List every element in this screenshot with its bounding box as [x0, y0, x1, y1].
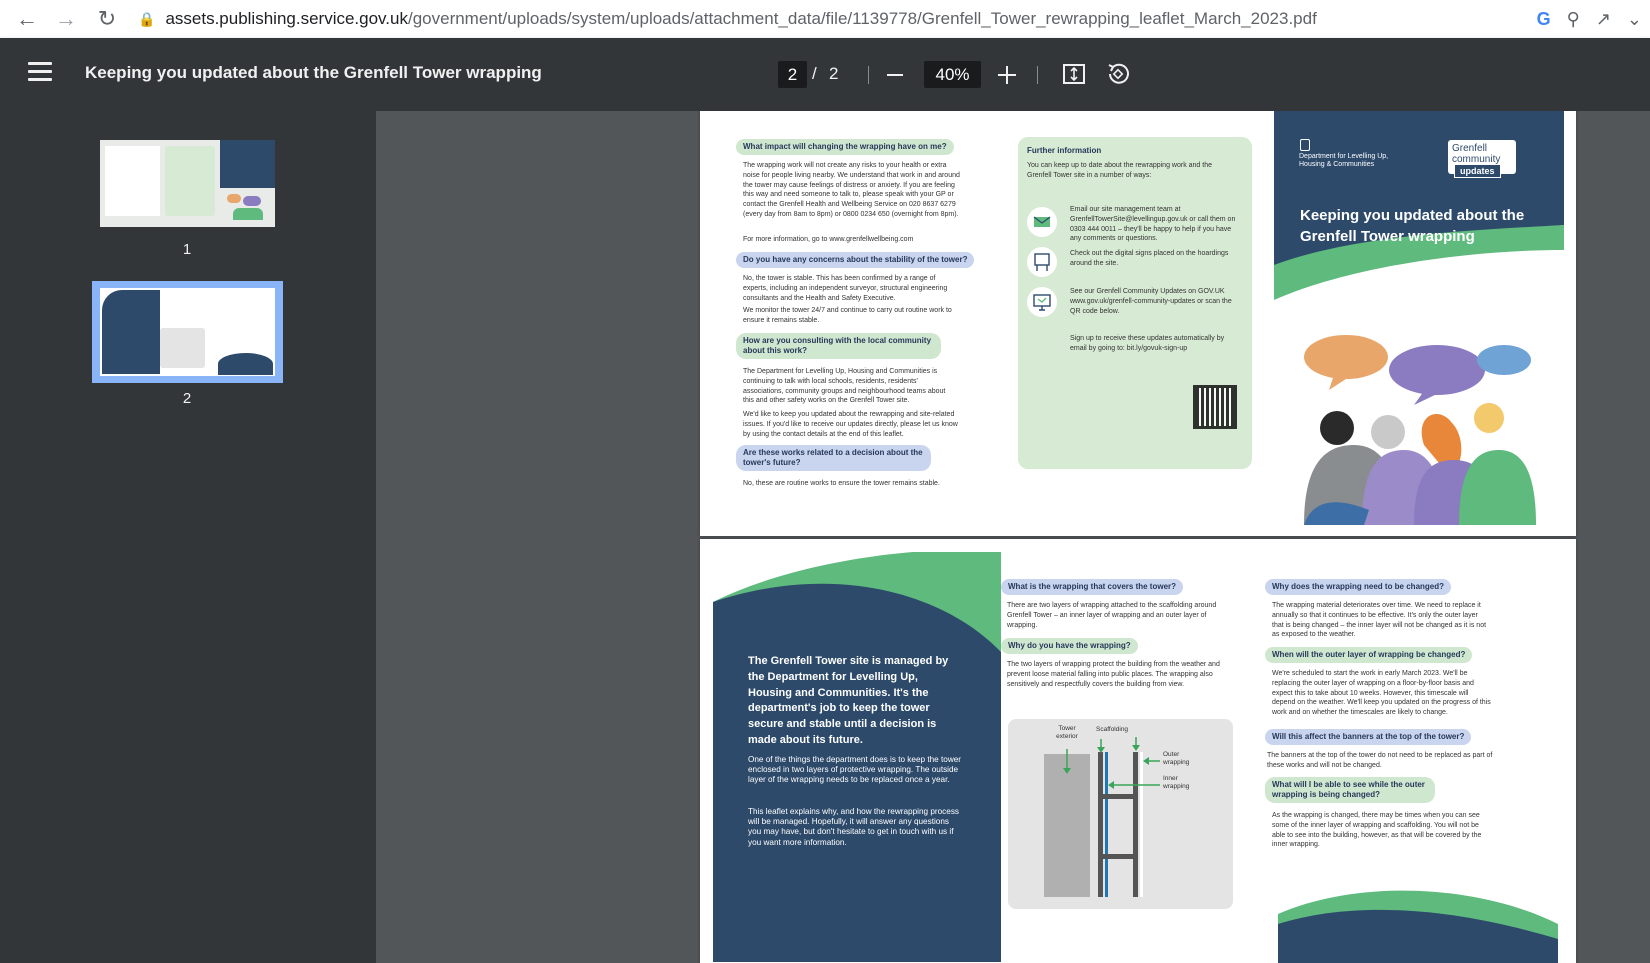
qr-code-icon[interactable] — [1193, 385, 1237, 429]
people-illustration — [1304, 335, 1536, 525]
thumb-wave — [218, 353, 273, 375]
wrapping-diagram: Tower exterior Scaffolding Outer wrappin… — [1008, 719, 1233, 909]
diagram-drawing — [1044, 737, 1160, 897]
intro-paragraph: One of the things the department does is… — [748, 755, 962, 785]
thumbnail-sidebar: 1 2 — [0, 111, 376, 963]
crest-icon — [1300, 139, 1310, 151]
answer-text: The two layers of wrapping protect the b… — [1007, 661, 1220, 688]
answer-text: The Department for Levelling Up, Housing… — [743, 368, 946, 405]
question-pill: What will I be able to see while the out… — [1265, 777, 1435, 803]
answer-text: As the wrapping is changed, there may be… — [1272, 812, 1482, 849]
answer-text: The wrapping material deteriorates over … — [1272, 602, 1487, 639]
question-pill: Will this affect the banners at the top … — [1265, 729, 1472, 745]
digital-sign-icon — [1027, 247, 1057, 277]
question-pill: What impact will changing the wrapping h… — [736, 139, 954, 155]
thumb-diagram — [160, 328, 205, 368]
answer-text: We monitor the tower 24/7 and continue t… — [743, 307, 952, 324]
answer-text: We're scheduled to start the work in ear… — [1272, 670, 1491, 717]
zoom-magnifier-icon[interactable]: ⚲ — [1567, 9, 1580, 30]
info-govuk: See our Grenfell Community Updates on GO… — [1070, 288, 1232, 315]
page-separator: / — [812, 64, 817, 83]
answer-text: For more information, go to www.grenfell… — [743, 236, 914, 243]
share-icon[interactable]: ↗ — [1596, 9, 1611, 30]
intro-paragraph: This leaflet explains why, and how the r… — [748, 807, 960, 847]
footer-wave — [1278, 890, 1558, 963]
question-pill: Do you have any concerns about the stabi… — [736, 252, 975, 268]
answer-text: No, these are routine works to ensure th… — [743, 480, 940, 487]
info-intro: You can keep up to date about the rewrap… — [1027, 162, 1212, 179]
pdf-page-2: The Grenfell Tower site is managed by th… — [700, 539, 1576, 963]
url-host: assets.publishing.service.gov.uk — [165, 9, 408, 28]
google-icon[interactable]: G — [1537, 9, 1551, 30]
answer-text: The banners at the top of the tower do n… — [1267, 752, 1493, 769]
email-icon — [1027, 207, 1057, 237]
page-thumbnail-1[interactable] — [100, 140, 275, 227]
intro-heading: The Grenfell Tower site is managed by th… — [748, 655, 949, 746]
thumbnail-label-1: 1 — [182, 241, 192, 258]
answer-text: The wrapping work will not create any ri… — [743, 162, 960, 218]
further-information-box: Further information You can keep up to d… — [1018, 137, 1252, 469]
answer-text: We'd like to keep you updated about the … — [743, 411, 958, 438]
toolbar-divider — [1037, 66, 1038, 84]
question-pill: What is the wrapping that covers the tow… — [1001, 579, 1184, 595]
page-total: 2 — [829, 64, 839, 83]
rotate-icon[interactable] — [1106, 62, 1130, 86]
question-pill: Are these works related to a decision ab… — [736, 445, 931, 471]
question-pill: Why does the wrapping need to be changed… — [1265, 579, 1452, 595]
pdf-page-1: What impact will changing the wrapping h… — [700, 111, 1576, 536]
document-title: Keeping you updated about the Grenfell T… — [85, 63, 542, 82]
answer-text: No, the tower is stable. This has been c… — [743, 275, 948, 302]
thumb-cover — [220, 140, 275, 188]
thumb-column — [105, 146, 160, 216]
question-pill: How are you consulting with the local co… — [736, 333, 941, 359]
info-email: Email our site management team at Grenfe… — [1070, 206, 1236, 243]
url-field[interactable]: 🔒 assets.publishing.service.gov.uk/gover… — [138, 3, 1508, 35]
cover-title: Keeping you updated about the Grenfell T… — [1300, 207, 1525, 245]
thumb-panel — [102, 290, 160, 374]
question-pill: Why do you have the wrapping? — [1001, 638, 1138, 654]
toolbar-divider — [868, 66, 869, 84]
zoom-in-button[interactable] — [998, 66, 1016, 84]
department-name: Department for Levelling Up, Housing & C… — [1299, 153, 1389, 168]
lock-icon: 🔒 — [138, 10, 156, 27]
pdf-viewer[interactable]: What impact will changing the wrapping h… — [376, 111, 1650, 963]
zoom-level-input[interactable]: 40% — [924, 61, 981, 88]
thumbnail-label-2: 2 — [182, 390, 192, 407]
info-title: Further information — [1027, 146, 1102, 155]
answer-text: There are two layers of wrapping attache… — [1007, 602, 1217, 629]
thumb-illustration — [225, 192, 270, 222]
chevron-down-icon[interactable]: ⌄ — [1627, 9, 1642, 30]
reload-icon[interactable]: ↻ — [88, 0, 126, 38]
zoom-out-button[interactable] — [887, 74, 903, 76]
page-thumbnail-2[interactable] — [100, 288, 275, 376]
page-number-input[interactable]: 2 — [778, 61, 807, 88]
fit-to-page-icon[interactable] — [1062, 62, 1086, 86]
info-signup: Sign up to receive these updates automat… — [1070, 335, 1225, 352]
info-signs: Check out the digital signs placed on th… — [1070, 250, 1229, 267]
pdf-toolbar: Keeping you updated about the Grenfell T… — [0, 38, 1650, 111]
question-pill: When will the outer layer of wrapping be… — [1265, 647, 1473, 663]
forward-arrow-icon[interactable]: → — [47, 0, 85, 38]
badge-line-1: Grenfell — [1452, 143, 1488, 154]
thumb-info-box — [165, 146, 215, 216]
back-arrow-icon[interactable]: ← — [8, 0, 46, 38]
url-path: /government/uploads/system/uploads/attac… — [407, 9, 1317, 28]
cover-panel: Department for Levelling Up, Housing & C… — [1274, 111, 1576, 536]
browser-actions: G ⚲ ↗ ⌄ — [1537, 0, 1650, 38]
browser-address-bar: ← → ↻ 🔒 assets.publishing.service.gov.uk… — [0, 0, 1650, 38]
menu-icon[interactable] — [28, 62, 52, 86]
computer-icon — [1027, 287, 1057, 317]
badge-updates: updates — [1454, 164, 1501, 178]
